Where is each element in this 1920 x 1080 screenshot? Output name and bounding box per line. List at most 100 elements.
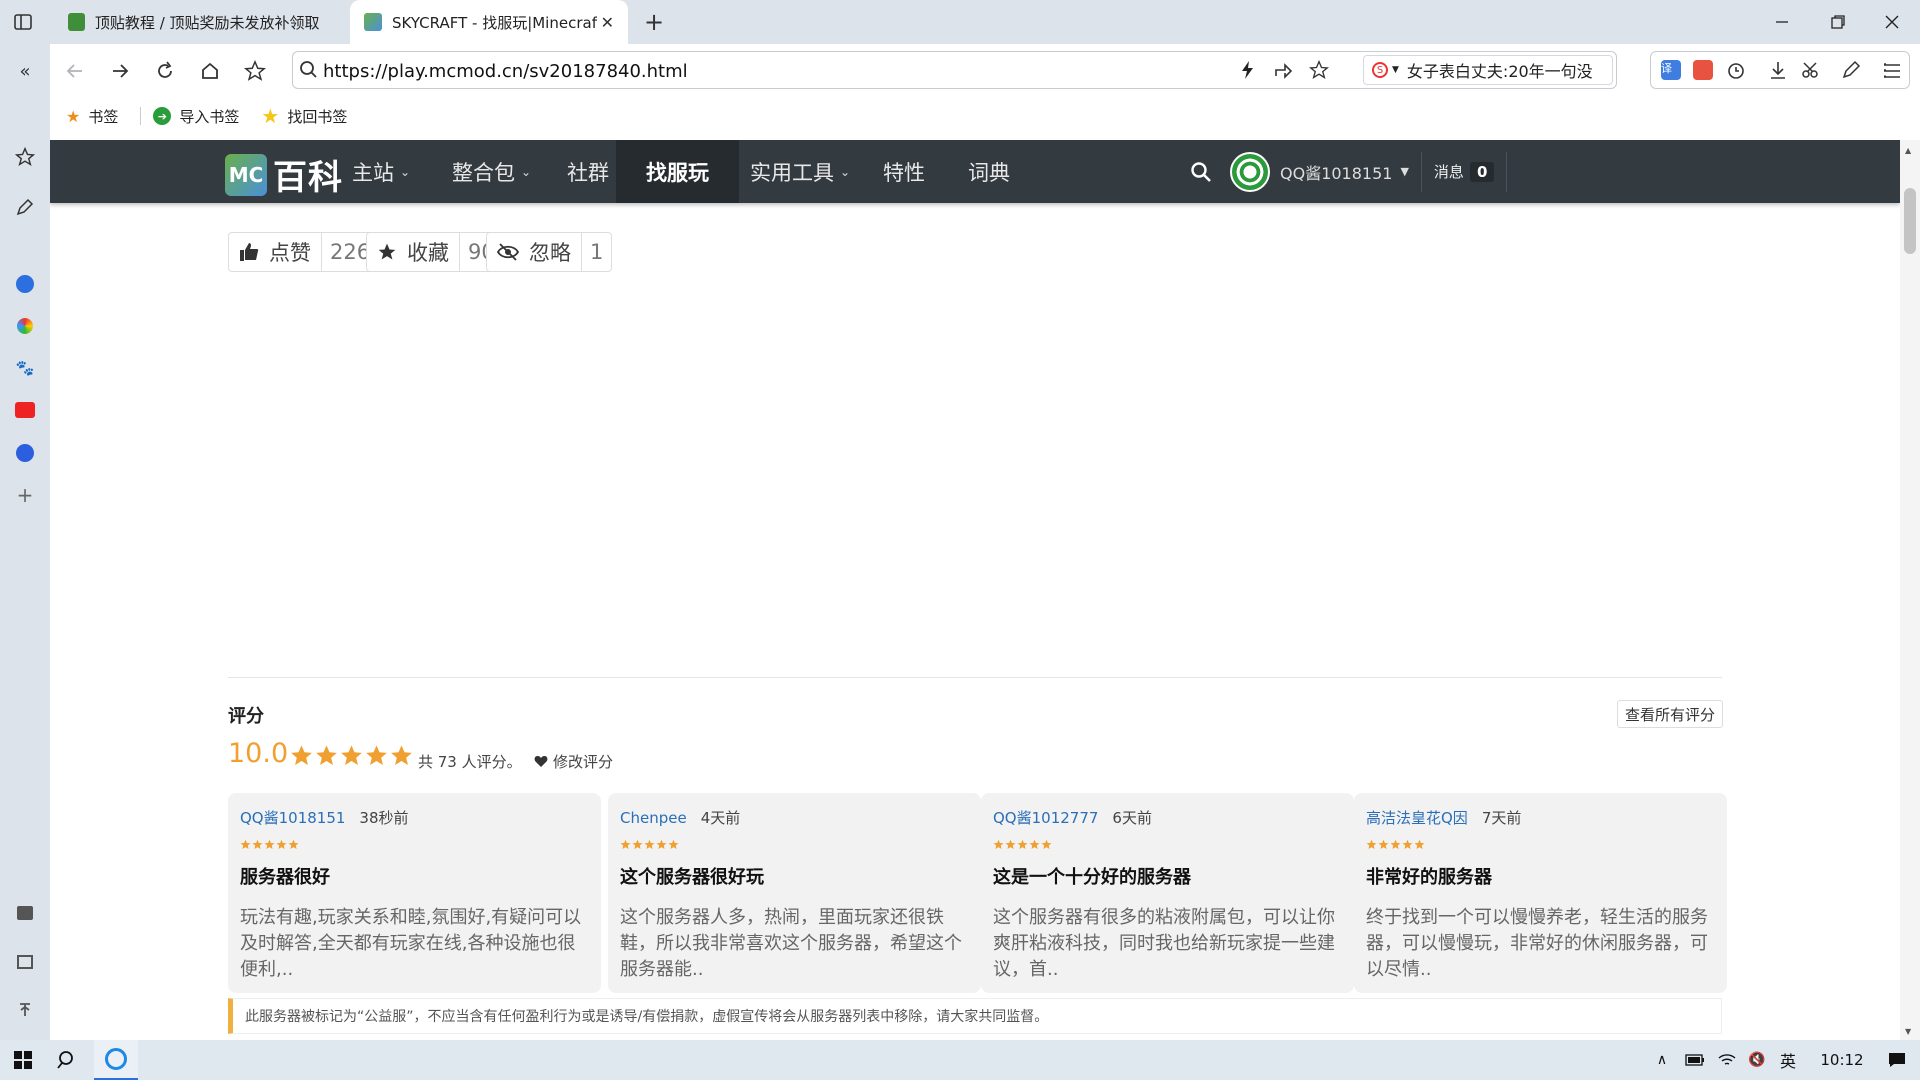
favorite-star-icon[interactable] [1309, 60, 1331, 82]
review-user[interactable]: QQ酱1018151 [240, 807, 345, 828]
minimize-icon[interactable] [1754, 0, 1810, 44]
messages-count: 0 [1469, 161, 1495, 182]
reload-icon[interactable] [145, 50, 185, 92]
colorful-app-icon[interactable] [12, 313, 38, 339]
search-app-icon[interactable] [12, 271, 38, 297]
tab-2[interactable]: SKYCRAFT - 找服玩|Minecraft ✕ [350, 0, 628, 44]
news-ticker[interactable]: S ▼ 女子表白丈夫:20年一句没 [1363, 55, 1613, 85]
star-icon [632, 839, 643, 850]
review-card[interactable]: 高洁法皇花Q因 7天前 非常好的服务器 终于找到一个可以慢慢养老，轻生活的服务器，… [1354, 793, 1727, 993]
review-body: 这个服务器有很多的粘液附属包，可以让你爽肝粘液科技，同时我也给新玩家提一些建议，… [993, 907, 1335, 980]
star-icon [341, 745, 362, 765]
notes-pen-icon[interactable] [12, 194, 38, 220]
favorite-button[interactable]: 收藏 90 [366, 232, 504, 272]
taskbar-browser-icon[interactable] [94, 1040, 138, 1080]
back-icon[interactable] [55, 50, 95, 92]
windows-taskbar: ∧ 🔇 英 10:12 [0, 1040, 1920, 1080]
lightning-icon[interactable] [1238, 60, 1260, 82]
pin-icon[interactable] [12, 997, 38, 1023]
tab-1[interactable]: 顶贴教程 / 顶贴奖励未发放补领取 [54, 0, 344, 44]
star-icon: ★ [66, 106, 81, 126]
search-icon[interactable] [1190, 161, 1212, 183]
review-card[interactable]: Chenpee 4天前 这个服务器很好玩 这个服务器人多，热闹，里面玩家还很铁鞋，… [608, 793, 981, 993]
home-icon[interactable] [190, 50, 230, 92]
logo-mc: MC [225, 153, 267, 196]
modify-rating-link[interactable]: 修改评分 [534, 751, 613, 772]
url-text[interactable]: https://play.mcmod.cn/sv20187840.html [323, 61, 688, 82]
red-app-icon[interactable] [12, 397, 38, 423]
bookmark-item-import[interactable]: ➔ 导入书签 [153, 106, 239, 127]
volume-muted-icon[interactable]: 🔇 [1744, 1040, 1770, 1080]
notifications-icon[interactable] [1882, 1040, 1912, 1080]
share-icon[interactable] [1273, 60, 1295, 82]
pdf-icon[interactable] [1693, 60, 1713, 80]
bookmark-item-recover[interactable]: ★ 找回书签 [261, 104, 347, 128]
nav-item-label: 特性 [883, 160, 925, 185]
username[interactable]: QQ酱1018151 [1280, 160, 1392, 184]
review-card[interactable]: QQ酱1018151 38秒前 服务器很好 玩法有趣,玩家关系和睦,氛围好,有疑问… [228, 793, 601, 993]
forward-icon[interactable] [100, 50, 140, 92]
nav-item-label: 词典 [968, 160, 1010, 185]
star-icon [1029, 839, 1040, 850]
bookmark-star-icon[interactable] [235, 50, 275, 92]
public-server-notice: 此服务器被标记为“公益服”，不应当含有任何盈利行为或是诱导/有偿捐款，虚假宣传将… [228, 998, 1722, 1034]
clock-app-icon[interactable] [12, 440, 38, 466]
battery-icon[interactable] [1682, 1040, 1708, 1080]
star-icon [264, 839, 275, 850]
collapse-chevrons-icon[interactable]: « [12, 58, 38, 84]
ime-indicator[interactable]: 英 [1774, 1040, 1802, 1080]
rating-total: 共 73 人评分。 [418, 753, 522, 771]
chevron-down-icon[interactable]: ▼ [1400, 165, 1408, 178]
scroll-up-arrow-icon[interactable]: ▲ [1905, 146, 1911, 155]
nav-divider [1506, 151, 1508, 192]
nav-item-label: 主站 [352, 160, 394, 185]
translate-icon[interactable]: 译 [1661, 60, 1681, 80]
review-stars [620, 839, 969, 850]
review-user[interactable]: QQ酱1012777 [993, 807, 1098, 828]
restore-icon[interactable] [1810, 0, 1866, 44]
browser-side-panel: « 🐾 + [0, 44, 50, 1044]
clock[interactable]: 10:12 [1812, 1040, 1872, 1080]
pen-icon[interactable] [1841, 60, 1863, 82]
messages-button[interactable]: 消息 0 [1434, 161, 1495, 182]
star-icon [377, 242, 397, 262]
close-window-icon[interactable] [1864, 0, 1920, 44]
taskbar-search-icon[interactable] [52, 1040, 82, 1080]
page-scrollbar[interactable]: ▲ ▼ [1900, 140, 1920, 1040]
add-app-icon[interactable]: + [12, 482, 38, 508]
bookmark-item-bookmarks[interactable]: ★ 书签 [66, 106, 118, 127]
review-card[interactable]: QQ酱1012777 6天前 这是一个十分好的服务器 这个服务器有很多的粘液附属包… [981, 793, 1354, 993]
scrollbar-thumb[interactable] [1904, 188, 1916, 254]
show-hidden-icons-chevron[interactable]: ∧ [1652, 1040, 1672, 1080]
paw-app-icon[interactable]: 🐾 [12, 355, 38, 381]
new-tab-button[interactable]: + [640, 8, 668, 36]
review-user[interactable]: 高洁法皇花Q因 [1366, 807, 1468, 828]
favorites-star-icon[interactable] [12, 144, 38, 170]
average-score: 10.0 [228, 738, 289, 769]
nav-item-6[interactable]: 词典 [938, 140, 1040, 203]
sidebar-toggle-icon[interactable] [13, 12, 33, 32]
wifi-icon[interactable] [1714, 1040, 1740, 1080]
review-user[interactable]: Chenpee [620, 809, 687, 827]
tab-title: 顶贴教程 / 顶贴奖励未发放补领取 [94, 13, 320, 32]
modify-rating-label: 修改评分 [553, 753, 614, 771]
view-all-ratings-button[interactable]: 查看所有评分 [1617, 700, 1724, 728]
like-button[interactable]: 点赞 226 [228, 232, 380, 272]
scissors-icon[interactable] [1801, 60, 1823, 82]
review-body: 这个服务器人多，热闹，里面玩家还很铁鞋，所以我非常喜欢这个服务器，希望这个服务器… [620, 907, 962, 980]
translate-panel-icon[interactable] [12, 949, 38, 975]
site-navbar: MC 百科 主站 ⌄ 整合包 ⌄ 社群 找服玩 实用工具 ⌄ 特性 词典 QQ酱1018151 ▼… [50, 140, 1900, 203]
tab-close-icon[interactable]: ✕ [601, 13, 614, 32]
sogou-s-icon: S [1372, 62, 1388, 78]
address-bar[interactable]: https://play.mcmod.cn/sv20187840.html S … [292, 51, 1617, 89]
download-icon[interactable] [1768, 60, 1790, 82]
scroll-down-arrow-icon[interactable]: ▼ [1905, 1027, 1911, 1036]
news-ticker-text: 女子表白丈夫:20年一句没 [1406, 62, 1593, 81]
ignore-button[interactable]: 忽略 1 [486, 232, 613, 272]
user-area: QQ酱1018151 ▼ 消息 0 [1190, 140, 1508, 203]
history-icon[interactable] [1726, 60, 1748, 82]
windows-start-icon[interactable] [8, 1040, 38, 1080]
menu-icon[interactable] [1872, 50, 1912, 92]
avatar[interactable] [1230, 151, 1270, 192]
collections-icon[interactable] [12, 900, 38, 926]
